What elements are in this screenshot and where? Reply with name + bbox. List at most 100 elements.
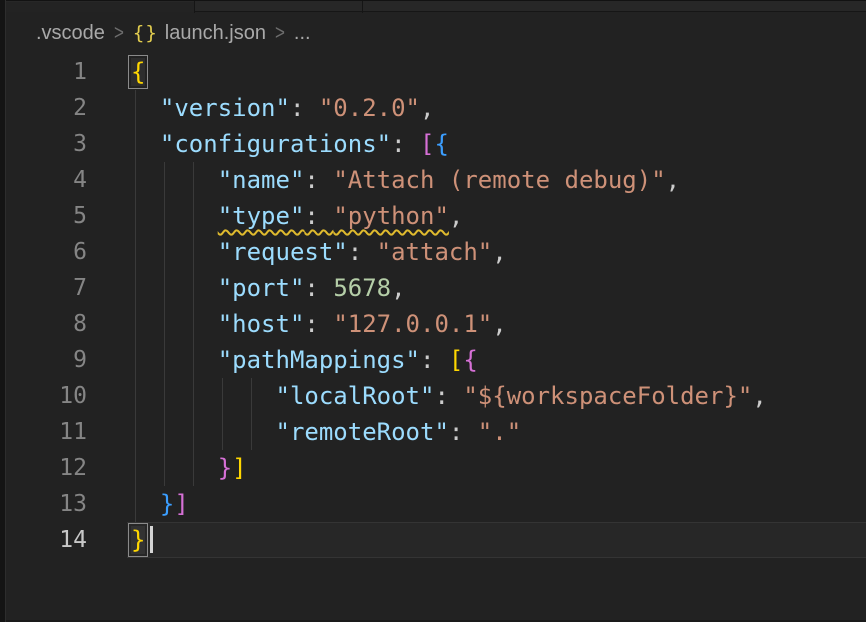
- code-line[interactable]: 11 "remoteRoot": ".": [6, 414, 866, 450]
- code-text[interactable]: "request": "attach",: [131, 234, 507, 270]
- line-number[interactable]: 7: [6, 270, 87, 306]
- code-token: }: [218, 454, 232, 482]
- code-line[interactable]: 2 "version": "0.2.0",: [6, 90, 866, 126]
- code-token: ]: [232, 454, 246, 482]
- code-token: [131, 490, 160, 518]
- breadcrumb-folder[interactable]: .vscode: [36, 22, 105, 45]
- code-token: :: [449, 418, 478, 446]
- code-text[interactable]: "remoteRoot": ".": [131, 414, 521, 450]
- code-token: "name": [218, 166, 305, 194]
- code-line[interactable]: 14}: [6, 522, 866, 558]
- active-line-highlight: [127, 522, 866, 558]
- code-token: "attach": [377, 238, 493, 266]
- code-text[interactable]: "name": "Attach (remote debug)",: [131, 162, 680, 198]
- code-text[interactable]: }]: [131, 486, 189, 522]
- code-token: ,: [492, 310, 506, 338]
- code-line[interactable]: 12 }]: [6, 450, 866, 486]
- line-number[interactable]: 5: [6, 198, 87, 234]
- code-token: {: [434, 130, 448, 158]
- line-number[interactable]: 1: [6, 54, 87, 90]
- line-number[interactable]: 6: [6, 234, 87, 270]
- code-token: [131, 346, 218, 374]
- code-token: [131, 274, 218, 302]
- code-line[interactable]: 4 "name": "Attach (remote debug)",: [6, 162, 866, 198]
- code-token: "host": [218, 310, 305, 338]
- code-text[interactable]: "pathMappings": [{: [131, 342, 478, 378]
- code-token: "pathMappings": [218, 346, 420, 374]
- code-token: [: [449, 346, 463, 374]
- code-token: [131, 94, 160, 122]
- code-line[interactable]: 5 "type": "python",: [6, 198, 866, 234]
- code-token: [131, 166, 218, 194]
- bracket-match: {: [131, 58, 145, 86]
- breadcrumb-chevron-icon: >: [105, 21, 133, 46]
- code-text[interactable]: "host": "127.0.0.1",: [131, 306, 507, 342]
- code-text[interactable]: }]: [131, 450, 247, 486]
- breadcrumb-file[interactable]: launch.json: [165, 22, 266, 45]
- breadcrumb: .vscode > {} launch.json > ...: [6, 12, 866, 54]
- warning-squiggle-span: "type": "python": [218, 202, 449, 230]
- code-line[interactable]: 9 "pathMappings": [{: [6, 342, 866, 378]
- code-token: "type": [218, 202, 305, 230]
- code-line[interactable]: 1{: [6, 54, 866, 90]
- code-line[interactable]: 13 }]: [6, 486, 866, 522]
- line-number[interactable]: 10: [6, 378, 87, 414]
- code-token: }: [160, 490, 174, 518]
- code-line[interactable]: 3 "configurations": [{: [6, 126, 866, 162]
- code-line[interactable]: 6 "request": "attach",: [6, 234, 866, 270]
- code-token: ,: [666, 166, 680, 194]
- line-number[interactable]: 8: [6, 306, 87, 342]
- code-text[interactable]: "localRoot": "${workspaceFolder}",: [131, 378, 767, 414]
- code-token: ".": [478, 418, 521, 446]
- code-token: [131, 238, 218, 266]
- line-number[interactable]: 9: [6, 342, 87, 378]
- code-line[interactable]: 10 "localRoot": "${workspaceFolder}",: [6, 378, 866, 414]
- breadcrumb-symbol-ellipsis[interactable]: ...: [294, 22, 311, 45]
- code-token: "python": [333, 202, 449, 230]
- window-left-edge: [0, 0, 6, 622]
- code-text[interactable]: "configurations": [{: [131, 126, 449, 162]
- bracket-match: }: [131, 526, 145, 554]
- code-token: "0.2.0": [319, 94, 420, 122]
- code-token: :: [304, 202, 333, 230]
- code-token: "localRoot": [276, 382, 435, 410]
- code-line[interactable]: 7 "port": 5678,: [6, 270, 866, 306]
- code-token: ]: [174, 490, 188, 518]
- code-token: :: [290, 94, 319, 122]
- editor[interactable]: 1{2 "version": "0.2.0",3 "configurations…: [6, 54, 866, 558]
- json-file-icon: {}: [133, 22, 158, 44]
- code-token: :: [391, 130, 420, 158]
- code-line[interactable]: 8 "host": "127.0.0.1",: [6, 306, 866, 342]
- code-token: "${workspaceFolder}": [463, 382, 752, 410]
- code-token: "request": [218, 238, 348, 266]
- line-number[interactable]: 3: [6, 126, 87, 162]
- line-number[interactable]: 11: [6, 414, 87, 450]
- text-cursor: [150, 526, 153, 553]
- code-token: ,: [391, 274, 405, 302]
- line-number[interactable]: 13: [6, 486, 87, 522]
- line-number[interactable]: 2: [6, 90, 87, 126]
- code-text[interactable]: "type": "python",: [131, 198, 463, 234]
- code-token: :: [304, 166, 333, 194]
- line-number[interactable]: 14: [6, 522, 87, 558]
- code-token: ,: [492, 238, 506, 266]
- code-token: [131, 130, 160, 158]
- code-text[interactable]: }: [131, 522, 153, 558]
- code-token: 5678: [333, 274, 391, 302]
- code-token: {: [463, 346, 477, 374]
- code-token: [131, 382, 276, 410]
- code-token: ,: [752, 382, 766, 410]
- code-token: [131, 418, 276, 446]
- line-number[interactable]: 4: [6, 162, 87, 198]
- code-text[interactable]: {: [131, 54, 145, 90]
- code-token: "Attach (remote debug)": [333, 166, 665, 194]
- tab-active-sliver[interactable]: [0, 2, 194, 12]
- code-token: ,: [420, 94, 434, 122]
- breadcrumb-chevron-icon: >: [266, 21, 294, 46]
- code-token: [131, 310, 218, 338]
- code-text[interactable]: "version": "0.2.0",: [131, 90, 434, 126]
- code-token: "127.0.0.1": [333, 310, 492, 338]
- code-text[interactable]: "port": 5678,: [131, 270, 406, 306]
- line-number[interactable]: 12: [6, 450, 87, 486]
- tab-bar[interactable]: [0, 0, 866, 12]
